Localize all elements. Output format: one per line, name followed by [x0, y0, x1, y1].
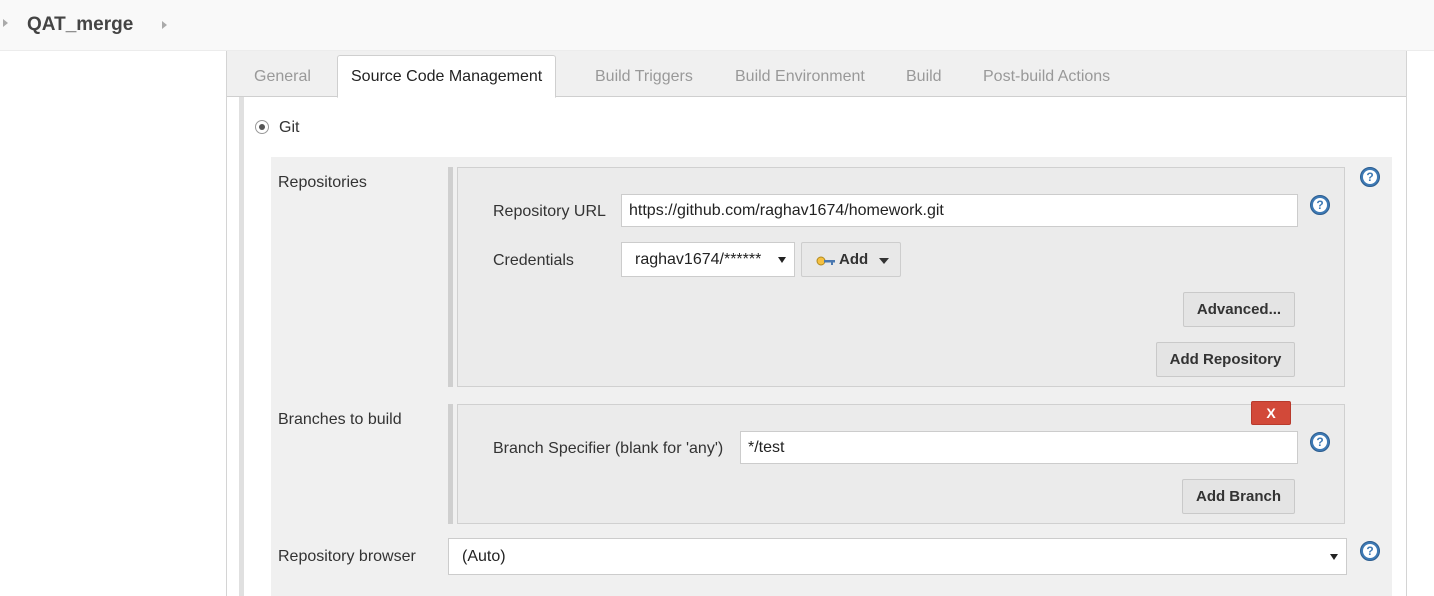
section-indent-bar — [239, 97, 244, 596]
config-panel: General Source Code Management Build Tri… — [226, 51, 1407, 596]
breadcrumb-menu-arrow-icon[interactable] — [162, 21, 167, 29]
credentials-select[interactable]: raghav1674/****** — [621, 242, 795, 277]
advanced-button[interactable]: Advanced... — [1183, 292, 1295, 327]
add-repository-button[interactable]: Add Repository — [1156, 342, 1295, 377]
tab-general[interactable]: General — [254, 68, 311, 86]
chevron-down-icon — [1330, 554, 1338, 560]
add-credentials-label: Add — [839, 251, 869, 268]
repository-url-help-icon[interactable]: ? — [1310, 195, 1330, 215]
tab-build[interactable]: Build — [906, 68, 942, 86]
git-radio[interactable] — [255, 120, 269, 134]
add-branch-button[interactable]: Add Branch — [1182, 479, 1295, 514]
branch-specifier-label: Branch Specifier (blank for 'any') — [493, 440, 724, 457]
repositories-help-icon[interactable]: ? — [1360, 167, 1380, 187]
tab-source-code-management[interactable]: Source Code Management — [337, 55, 557, 98]
caret-down-icon — [879, 258, 889, 264]
breadcrumb: QAT_merge — [0, 0, 1434, 51]
repository-browser-help-icon[interactable]: ? — [1360, 541, 1380, 561]
delete-branch-button[interactable]: X — [1251, 401, 1291, 425]
tab-post-build-actions[interactable]: Post-build Actions — [983, 68, 1110, 86]
repositories-gutter — [448, 167, 453, 387]
repositories-label: Repositories — [278, 174, 367, 191]
repository-url-input[interactable]: https://github.com/raghav1674/homework.g… — [621, 194, 1298, 227]
branches-gutter — [448, 404, 453, 524]
branches-to-build-label: Branches to build — [278, 411, 402, 428]
branch-specifier-input[interactable]: */test — [740, 431, 1298, 464]
git-radio-label[interactable]: Git — [279, 119, 299, 137]
breadcrumb-arrow-icon[interactable] — [3, 19, 8, 27]
close-icon: X — [1266, 405, 1276, 421]
tab-bar: General Source Code Management Build Tri… — [227, 51, 1406, 98]
tab-build-environment[interactable]: Build Environment — [735, 68, 865, 86]
add-credentials-button[interactable]: Add — [801, 242, 901, 277]
tab-build-triggers[interactable]: Build Triggers — [595, 68, 693, 86]
job-name-link[interactable]: QAT_merge — [27, 14, 133, 36]
chevron-down-icon — [778, 257, 786, 263]
repository-url-label: Repository URL — [493, 203, 606, 220]
credentials-value: raghav1674/****** — [635, 251, 762, 268]
key-icon — [816, 256, 835, 266]
repository-browser-value: (Auto) — [462, 548, 506, 565]
repository-browser-select[interactable]: (Auto) — [448, 538, 1347, 575]
branch-specifier-help-icon[interactable]: ? — [1310, 432, 1330, 452]
credentials-label: Credentials — [493, 252, 574, 269]
repository-browser-label: Repository browser — [278, 548, 416, 565]
